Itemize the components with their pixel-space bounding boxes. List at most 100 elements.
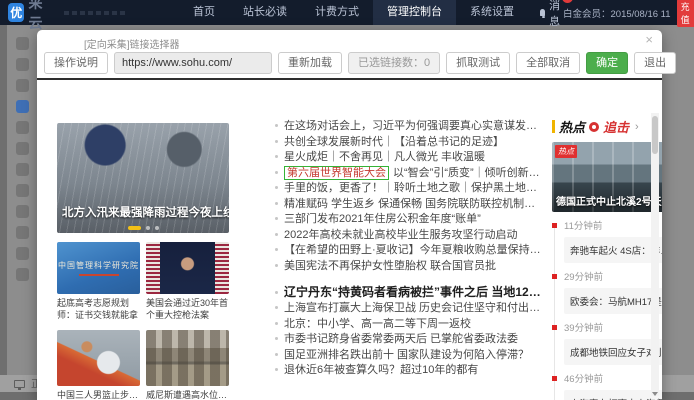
nav-menu: 首页站长必读计费方式管理控制台系统设置 <box>179 0 528 25</box>
carousel-dot[interactable] <box>146 226 150 230</box>
news-headline-link[interactable]: 美国宪法不再保护女性堕胎权 联合国官员批 <box>274 259 544 275</box>
app-sidebar-icon <box>16 226 29 239</box>
app-logo[interactable]: 优 采云 <box>8 0 125 33</box>
app-sidebar-icon <box>16 163 29 176</box>
news-headline-text: 在这场对话会上，习近平为何强调要真心实意谋发展？ <box>284 120 544 132</box>
news-card[interactable]: 威尼斯遭遇高水位洪涝 圣 <box>146 330 229 400</box>
scrollbar-down-arrow[interactable] <box>652 392 658 396</box>
exit-button[interactable]: 退出 <box>634 52 676 74</box>
timeline-time: 46分钟前 <box>564 374 662 385</box>
nav-messages[interactable]: 消息 1 <box>540 0 563 29</box>
page-scrollbar[interactable] <box>651 113 659 396</box>
timeline-headline[interactable]: 上海宣布打赢大上海保卫战 <box>564 390 662 400</box>
timeline-dot-icon <box>552 376 557 381</box>
news-headline-text: 精准赋码 学生返乡 保通保畅 国务院联防联控机制回应 <box>284 198 544 210</box>
hot-hero-caption: 德国正式中止北溪2号天然气管道 <box>552 181 662 212</box>
bullet-icon <box>275 368 278 371</box>
news-headline-text: 三部门发布2021年住房公积金年度“账单” <box>284 213 481 225</box>
scrollbar-thumb[interactable] <box>652 116 658 154</box>
bullet-icon <box>275 233 278 236</box>
nav-item-系统设置[interactable]: 系统设置 <box>456 0 528 25</box>
news-card[interactable]: 中国三人男篮止步小组赛 <box>57 330 140 400</box>
modal-toolbar: 操作说明 重新加载 已选链接数：0 抓取测试 全部取消 确定 退出 <box>37 50 662 78</box>
confirm-button[interactable]: 确定 <box>586 52 628 74</box>
news-card[interactable]: 美国会通过近30年首个重大控枪法案 <box>146 242 229 330</box>
bullet-icon <box>275 264 278 267</box>
modal-title: [定向采集]链接选择器 <box>84 36 180 51</box>
news-headline-link[interactable]: 共创全球发展新时代｜【沿着总书记的足迹】 <box>274 135 544 151</box>
news-headline-link[interactable]: 星火成炬｜不舍再见｜凡人微光 丰收温暖 <box>274 150 544 166</box>
app-sidebar-icon <box>16 205 29 218</box>
news-headline-text: 国足亚洲排名跌出前十 国家队建设为何陷入停滞？ <box>284 349 529 361</box>
news-card[interactable]: 中国管理科学研究院 起底高考志愿规划师：证书交钱就能拿 <box>57 242 140 330</box>
news-headline-link[interactable]: 上海宣布打赢大上海保卫战 历史会记住坚守和付出的所有人 <box>274 301 544 317</box>
carousel-dots[interactable] <box>57 226 229 230</box>
app-sidebar-icon <box>16 100 29 113</box>
nav-item-站长必读[interactable]: 站长必读 <box>229 0 301 25</box>
carousel-dot[interactable] <box>155 226 159 230</box>
nav-item-管理控制台[interactable]: 管理控制台 <box>373 0 456 25</box>
news-headline-link[interactable]: 第六届世界智能大会以“智会”引“质变”｜倾听创新的脉动 <box>274 166 544 182</box>
news-headline-link[interactable]: 在这场对话会上，习近平为何强调要真心实意谋发展？ <box>274 119 544 135</box>
bullet-icon <box>275 322 278 325</box>
logo-tagline <box>64 11 125 15</box>
recharge-button[interactable]: 充值 <box>677 0 694 27</box>
card-image-venice <box>146 330 229 386</box>
news-headline-text: 2022年高校未就业高校毕业生服务攻坚行动启动 <box>284 229 517 241</box>
hot-badge: 热点 <box>555 145 577 158</box>
timeline-dot-icon <box>552 325 557 330</box>
hot-hero-card[interactable]: 热点 德国正式中止北溪2号天然气管道 <box>552 142 662 212</box>
logo-icon: 优 <box>8 3 24 22</box>
messages-label: 消息 <box>549 0 563 29</box>
news-headline-link[interactable]: 退休近6年被查算久吗？超过10年的都有 <box>274 363 544 379</box>
hot-timeline-item[interactable]: 29分钟前欧委会：马航MH17是被袭击落 <box>552 272 662 314</box>
nav-item-计费方式[interactable]: 计费方式 <box>301 0 373 25</box>
bullet-icon <box>275 306 278 309</box>
hero-caption: 北方入汛来最强降雨过程今夜上线 <box>62 204 229 220</box>
news-headline-link[interactable]: 精准赋码 学生返乡 保通保畅 国务院联防联控机制回应 <box>274 197 544 213</box>
top-navbar: 优 采云 首页站长必读计费方式管理控制台系统设置 消息 1 白金会员：2015/… <box>0 0 694 25</box>
card-image-sign: 中国管理科学研究院 <box>57 242 140 294</box>
card-caption: 起底高考志愿规划师：证书交钱就能拿 <box>57 298 140 322</box>
hot-timeline-item[interactable]: 39分钟前成都地铁回应女子对小孩跳地铁 <box>552 323 662 365</box>
news-headline-link[interactable]: 2022年高校未就业高校毕业生服务攻坚行动启动 <box>274 228 544 244</box>
hero-carousel[interactable]: 北方入汛来最强降雨过程今夜上线 <box>57 123 229 233</box>
member-status: 白金会员：2015/08/16 11 <box>563 6 671 20</box>
app-sidebar <box>7 33 37 285</box>
bullet-icon <box>275 291 278 294</box>
selected-link-highlight[interactable]: 第六届世界智能大会 <box>284 166 389 180</box>
timeline-headline[interactable]: 欧委会：马航MH17是被袭击落 <box>564 288 662 314</box>
news-list: 在这场对话会上，习近平为何强调要真心实意谋发展？ 共创全球发展新时代｜【沿着总书记… <box>274 119 544 379</box>
screen: 优 采云 首页站长必读计费方式管理控制台系统设置 消息 1 白金会员：2015/… <box>0 0 694 400</box>
news-headline-link[interactable]: 国足亚洲排名跌出前十 国家队建设为何陷入停滞？ <box>274 348 544 364</box>
hot-panel: 热点 追击 › 热点 德国正式中止北溪2号天然气管道 11分钟前奔驰车起火 4S… <box>552 117 662 400</box>
carousel-dot-active[interactable] <box>128 226 141 230</box>
app-sidebar-icon <box>16 58 29 71</box>
bullet-icon <box>275 140 278 143</box>
selected-count-box: 已选链接数：0 <box>348 52 440 74</box>
reload-button[interactable]: 重新加载 <box>278 52 342 74</box>
news-headline-link[interactable]: 手里的饭，更香了！｜聆听土地之歌｜保护黑土地就是保护每个… <box>274 181 544 197</box>
bullet-icon <box>275 186 278 189</box>
close-icon[interactable]: × <box>645 33 653 46</box>
hot-timeline-item[interactable]: 46分钟前上海宣布打赢大上海保卫战 <box>552 374 662 400</box>
hot-panel-header[interactable]: 热点 追击 › <box>552 117 662 136</box>
cancel-all-button[interactable]: 全部取消 <box>516 52 580 74</box>
timeline-headline[interactable]: 奔驰车起火 4S店：非质量问题 <box>564 237 662 263</box>
timeline-headline[interactable]: 成都地铁回应女子对小孩跳地铁 <box>564 339 662 365</box>
test-button[interactable]: 抓取测试 <box>446 52 510 74</box>
news-headline-link[interactable]: 辽宁丹东“持黄码者看病被拦”事件之后 当地12345回应 <box>274 283 544 301</box>
timeline-time: 11分钟前 <box>564 221 662 232</box>
news-headline-link[interactable]: 市委书记跻身省委常委两天后 已掌舵省委政法委 <box>274 332 544 348</box>
card-image-flags <box>146 242 229 294</box>
news-headline-link[interactable]: 北京：中小学、高一高二等下周一返校 <box>274 317 544 333</box>
news-headline-link[interactable]: 【在希望的田野上·夏收记】今年夏粮收购总量保持高水平 <box>274 243 544 259</box>
hot-title-accent: 追击 <box>603 117 629 136</box>
news-headline-link[interactable]: 三部门发布2021年住房公积金年度“账单” <box>274 212 544 228</box>
url-input[interactable] <box>114 52 272 74</box>
help-button[interactable]: 操作说明 <box>44 52 108 74</box>
news-headline-text: 退休近6年被查算久吗？超过10年的都有 <box>284 364 478 376</box>
hot-timeline-item[interactable]: 11分钟前奔驰车起火 4S店：非质量问题 <box>552 221 662 263</box>
bullet-icon <box>275 248 278 251</box>
nav-item-首页[interactable]: 首页 <box>179 0 229 25</box>
